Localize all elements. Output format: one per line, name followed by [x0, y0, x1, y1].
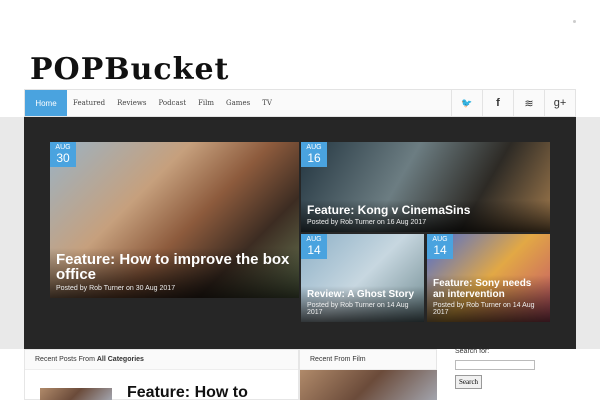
tile-caption: Feature: How to improve the box office P… [50, 247, 299, 298]
tile-title[interactable]: Review: A Ghost Story [307, 289, 418, 301]
category-name: All Categories [96, 356, 144, 363]
tile-title[interactable]: Feature: Kong v CinemaSins [307, 204, 544, 217]
slider-tile-1[interactable]: AUG 30 Feature: How to improve the box o… [50, 142, 299, 298]
tile-byline: Posted by Rob Turner on 14 Aug 2017 [433, 302, 535, 316]
search-button[interactable]: Search [455, 375, 483, 389]
main-nav: Home Featured Reviews Podcast Film Games… [24, 89, 576, 117]
panel-heading: Recent From Film [300, 350, 436, 370]
nav-film[interactable]: Film [192, 90, 220, 116]
tile-title[interactable]: Feature: How to improve the box office [56, 251, 293, 284]
post-thumbnail[interactable] [40, 388, 112, 400]
tile-byline: Posted by Rob Turner on 30 Aug 2017 [56, 285, 176, 292]
googleplus-icon[interactable]: g+ [544, 90, 575, 116]
nav-featured[interactable]: Featured [67, 90, 111, 116]
date-badge: AUG 14 [427, 234, 453, 259]
nav-games[interactable]: Games [220, 90, 256, 116]
slider-tile-4[interactable]: AUG 14 Feature: Sony needs an interventi… [427, 234, 550, 322]
post-title[interactable]: Feature: How to [127, 384, 248, 402]
tile-byline: Posted by Rob Turner on 16 Aug 2017 [307, 219, 427, 226]
tile-title[interactable]: Feature: Sony needs an intervention [433, 278, 544, 300]
nav-tv[interactable]: TV [256, 90, 278, 116]
slider-tile-2[interactable]: AUG 16 Feature: Kong v CinemaSins Posted… [301, 142, 550, 232]
site-logo[interactable]: POPBucket [30, 52, 229, 87]
tile-caption: Feature: Sony needs an intervention Post… [427, 275, 550, 322]
slider-tile-3[interactable]: AUG 14 Review: A Ghost Story Posted by R… [301, 234, 424, 322]
panel-heading: Recent Posts From All Categories [25, 350, 298, 370]
twitter-icon[interactable]: 🐦 [451, 90, 482, 116]
search-label: Search for: [455, 348, 490, 355]
tile-caption: Review: A Ghost Story Posted by Rob Turn… [301, 285, 424, 322]
nav-reviews[interactable]: Reviews [111, 90, 152, 116]
date-badge: AUG 14 [301, 234, 327, 259]
date-badge: AUG 16 [301, 142, 327, 167]
nav-podcast[interactable]: Podcast [152, 90, 192, 116]
date-badge: AUG 30 [50, 142, 76, 167]
nav-home[interactable]: Home [25, 90, 67, 116]
rss-icon[interactable]: ≋ [513, 90, 544, 116]
search-input[interactable] [455, 360, 535, 370]
decorative-dot [573, 20, 576, 23]
film-thumbnail[interactable] [300, 370, 437, 400]
tile-byline: Posted by Rob Turner on 14 Aug 2017 [307, 302, 409, 316]
tile-caption: Feature: Kong v CinemaSins Posted by Rob… [301, 200, 550, 232]
facebook-icon[interactable]: f [482, 90, 513, 116]
